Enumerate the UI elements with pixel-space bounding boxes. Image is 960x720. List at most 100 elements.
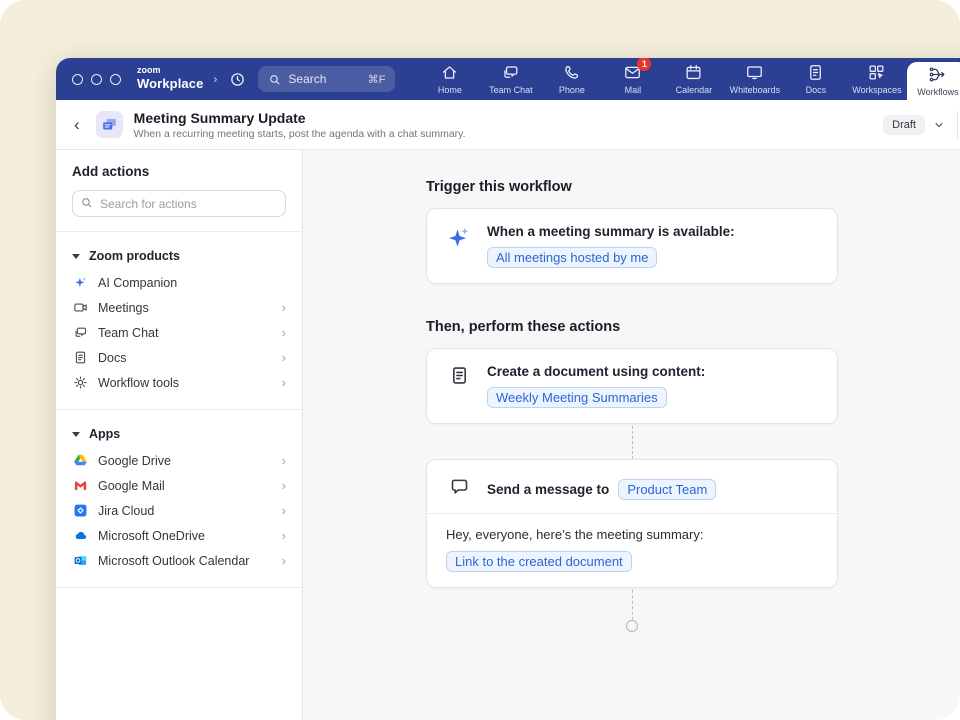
sidebar-item-google-drive[interactable]: Google Drive ›	[72, 448, 286, 473]
create-document-title: Create a document using content:	[487, 364, 705, 379]
team-chat-icon	[501, 63, 520, 82]
actions-search[interactable]	[72, 190, 286, 217]
docs-icon	[72, 350, 88, 365]
mail-icon: 1	[623, 63, 642, 82]
workflows-icon	[928, 65, 947, 84]
phone-icon	[562, 63, 581, 82]
search-shortcut: ⌘F	[368, 73, 386, 86]
nav-item-team-chat[interactable]: Team Chat	[480, 58, 541, 100]
top-navbar: zoom Workplace › Search ⌘F	[56, 58, 960, 100]
window-control-close[interactable]	[72, 74, 83, 85]
brand-workplace: Workplace	[137, 76, 203, 91]
back-button[interactable]: ‹	[74, 116, 80, 133]
sidebar-item-team-chat[interactable]: Team Chat ›	[72, 320, 286, 345]
workflow-canvas: Trigger this workflow When a meeting sum…	[303, 150, 960, 720]
send-message-card[interactable]: Send a message to Product Team Hey, ever…	[426, 459, 838, 588]
sidebar-item-microsoft-onedrive[interactable]: Microsoft OneDrive ›	[72, 523, 286, 548]
chevron-right-icon: ›	[282, 325, 286, 340]
nav-item-calendar[interactable]: Calendar	[663, 58, 724, 100]
ai-companion-icon	[72, 275, 88, 290]
nav-item-workflows[interactable]: Workflows	[907, 62, 960, 100]
workflow-app-icon	[96, 111, 123, 138]
sidebar-item-ai-companion[interactable]: AI Companion	[72, 270, 286, 295]
trigger-card[interactable]: When a meeting summary is available: All…	[426, 208, 838, 284]
docs-icon	[806, 63, 825, 82]
team-chat-icon	[72, 325, 88, 340]
meetings-icon	[72, 300, 88, 315]
workflow-title: Meeting Summary Update	[134, 110, 466, 126]
trigger-title: When a meeting summary is available:	[487, 224, 735, 239]
nav-item-workspaces[interactable]: Workspaces	[846, 58, 907, 100]
google-drive-icon	[72, 453, 88, 468]
chevron-right-icon: ›	[282, 300, 286, 315]
workspaces-icon	[867, 63, 886, 82]
nav-item-docs[interactable]: Docs	[785, 58, 846, 100]
sidebar-item-google-mail[interactable]: Google Mail ›	[72, 473, 286, 498]
actions-sidebar: Add actions Zoom products	[56, 150, 303, 720]
calendar-icon	[684, 63, 703, 82]
nav-item-phone[interactable]: Phone	[541, 58, 602, 100]
gear-icon	[72, 375, 88, 390]
app-window: zoom Workplace › Search ⌘F	[56, 58, 960, 720]
ai-sparkle-icon	[446, 224, 472, 268]
document-content-chip[interactable]: Weekly Meeting Summaries	[487, 387, 667, 408]
sidebar-item-docs[interactable]: Docs ›	[72, 345, 286, 370]
sidebar-title: Add actions	[72, 164, 286, 179]
header-divider	[957, 111, 958, 139]
workflow-subtitle: When a recurring meeting starts, post th…	[134, 128, 466, 140]
nav-item-home[interactable]: Home	[419, 58, 480, 100]
nav-item-mail[interactable]: 1 Mail	[602, 58, 663, 100]
section-zoom-products[interactable]: Zoom products	[72, 246, 286, 270]
window-controls[interactable]	[72, 74, 121, 85]
chevron-right-icon: ›	[282, 553, 286, 568]
actions-search-input[interactable]	[72, 190, 286, 217]
nav-item-whiteboards[interactable]: Whiteboards	[724, 58, 785, 100]
chevron-right-icon: ›	[282, 375, 286, 390]
workflow-header: ‹ Meeting Summary Update When a recurrin…	[56, 100, 960, 150]
chevron-right-icon: ›	[282, 478, 286, 493]
message-text: Hey, everyone, here’s the meeting summar…	[446, 527, 818, 542]
gmail-icon	[72, 478, 88, 493]
global-search[interactable]: Search ⌘F	[258, 66, 395, 92]
mail-badge: 1	[637, 58, 651, 71]
sidebar-item-jira-cloud[interactable]: Jira Cloud ›	[72, 498, 286, 523]
window-control-minimize[interactable]	[91, 74, 102, 85]
sidebar-divider	[56, 231, 302, 232]
chevron-right-icon: ›	[282, 503, 286, 518]
whiteboards-icon	[745, 63, 764, 82]
message-bubble-icon	[446, 475, 472, 500]
brand-zoom: zoom	[137, 66, 203, 75]
zoom-workplace-logo: zoom Workplace	[137, 66, 203, 92]
sidebar-item-meetings[interactable]: Meetings ›	[72, 295, 286, 320]
nav-tabs: Home Team Chat	[419, 58, 960, 100]
dashed-connector	[632, 590, 633, 620]
sidebar-item-microsoft-outlook-calendar[interactable]: Microsoft Outlook Calendar ›	[72, 548, 286, 573]
jira-icon	[72, 503, 88, 518]
message-body[interactable]: Hey, everyone, here’s the meeting summar…	[427, 513, 837, 587]
chevron-right-icon[interactable]: ›	[213, 72, 217, 86]
section-apps[interactable]: Apps	[72, 424, 286, 448]
search-icon	[80, 196, 93, 209]
onedrive-icon	[72, 528, 88, 543]
outlook-calendar-icon	[72, 553, 88, 568]
document-link-chip[interactable]: Link to the created document	[446, 551, 632, 572]
send-message-title: Send a message to	[487, 482, 609, 497]
sidebar-divider	[56, 587, 302, 588]
dashed-connector	[632, 426, 633, 459]
screen-background: zoom Workplace › Search ⌘F	[0, 0, 960, 720]
window-control-maximize[interactable]	[110, 74, 121, 85]
caret-down-icon	[72, 254, 80, 259]
actions-heading: Then, perform these actions	[426, 319, 838, 335]
home-icon	[440, 63, 459, 82]
search-icon	[268, 73, 281, 86]
sidebar-item-workflow-tools[interactable]: Workflow tools ›	[72, 370, 286, 395]
status-chevron-down-icon[interactable]	[933, 119, 945, 131]
connector-end-node[interactable]	[626, 620, 638, 632]
document-icon	[446, 364, 472, 408]
create-document-card[interactable]: Create a document using content: Weekly …	[426, 348, 838, 424]
history-icon[interactable]	[229, 71, 246, 88]
status-badge: Draft	[883, 115, 925, 135]
message-recipient-chip[interactable]: Product Team	[618, 479, 716, 500]
caret-down-icon	[72, 432, 80, 437]
trigger-scope-chip[interactable]: All meetings hosted by me	[487, 247, 657, 268]
